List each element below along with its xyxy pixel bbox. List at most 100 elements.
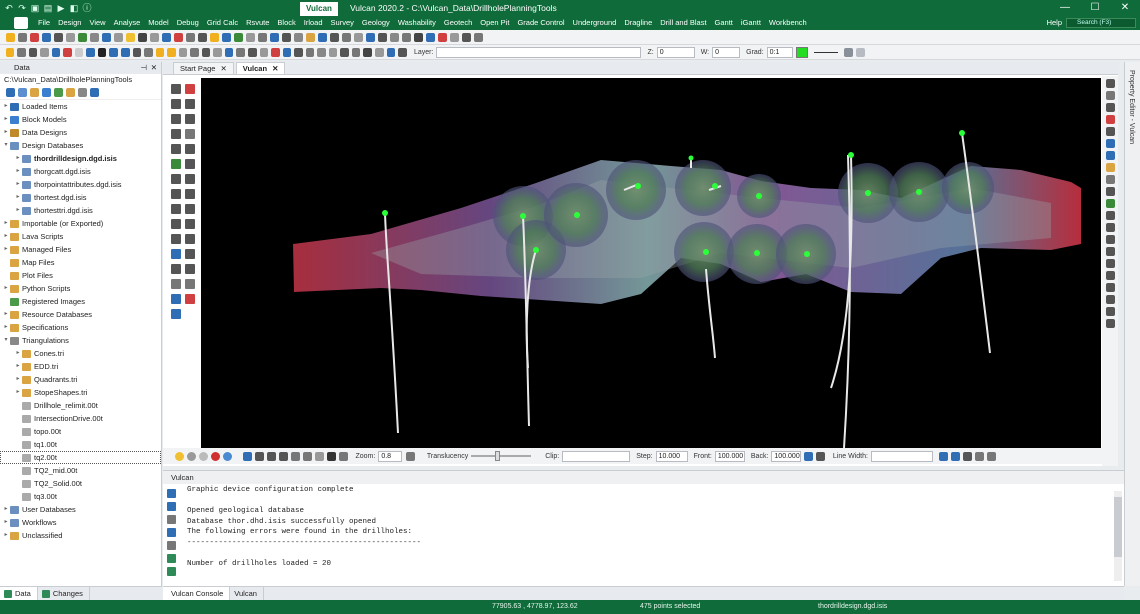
tab-changes[interactable]: Changes — [38, 587, 90, 600]
drawing-tool-icon[interactable] — [171, 293, 181, 304]
tree-item[interactable]: ▾ Design Databases — [0, 139, 161, 152]
expand-arrow-icon[interactable]: ▸ — [2, 516, 10, 529]
tree-item[interactable]: ▸ Quadrants.tri — [0, 373, 161, 386]
toolbar-tool-icon[interactable] — [328, 47, 338, 57]
drawing-tool-icon[interactable] — [185, 83, 195, 94]
expand-arrow-icon[interactable]: ▸ — [2, 243, 10, 256]
tree-item[interactable]: ▸ Managed Files — [0, 243, 161, 256]
view-icon[interactable] — [938, 451, 948, 461]
drawing-tool-icon[interactable] — [185, 218, 195, 229]
menu-item-survey[interactable]: Survey — [327, 16, 358, 30]
tree-item[interactable]: ▸ thorgcatt.dgd.isis — [0, 165, 161, 178]
drawing-tool-icon[interactable] — [185, 113, 195, 124]
redo-icon[interactable]: ↷ — [17, 3, 27, 13]
toolbar-tool-icon[interactable] — [74, 47, 84, 57]
move-icon[interactable] — [279, 451, 288, 461]
drawing-tool-icon[interactable] — [171, 143, 181, 154]
toolbar-tool-icon[interactable] — [149, 32, 159, 42]
info-icon[interactable]: ⓘ — [82, 3, 92, 13]
side-tool-icon[interactable] — [1105, 199, 1115, 208]
toolbar-tool-icon[interactable] — [63, 47, 72, 57]
run-icon[interactable]: ▶ — [56, 3, 66, 13]
toolbar-tool-icon[interactable] — [97, 47, 107, 57]
home-icon[interactable] — [5, 88, 15, 97]
layer-select[interactable] — [436, 46, 642, 58]
toolbar-tool-icon[interactable] — [377, 32, 387, 42]
toolbar-tool-icon[interactable] — [236, 47, 245, 57]
drawing-tool-icon[interactable] — [171, 83, 181, 94]
tree-item[interactable]: Map Files — [0, 256, 161, 269]
console-settings-icon[interactable] — [167, 502, 176, 511]
side-tool-icon[interactable] — [1105, 307, 1115, 316]
drawing-tool-icon[interactable] — [171, 173, 181, 184]
search-input[interactable]: Search (F3) — [1066, 18, 1136, 28]
toolbar-tool-icon[interactable] — [461, 32, 471, 42]
toolbar-tool-icon[interactable] — [173, 32, 183, 42]
tree-item[interactable]: tq3.00t — [0, 490, 161, 503]
menu-item-workbench[interactable]: Workbench — [765, 16, 811, 30]
view-icon-2[interactable] — [950, 451, 960, 461]
maximize-button[interactable]: ☐ — [1080, 0, 1110, 16]
tree-item[interactable]: ▸ EDD.tri — [0, 360, 161, 373]
expand-arrow-icon[interactable]: ▸ — [14, 373, 22, 386]
toolbar-tool-icon[interactable] — [365, 32, 375, 42]
property-editor-label[interactable]: Property Editor - Vulcan — [1128, 70, 1135, 144]
toolbar-tool-icon[interactable] — [224, 47, 234, 57]
side-tool-icon[interactable] — [1105, 283, 1115, 292]
menu-item-geotech[interactable]: Geotech — [440, 16, 476, 30]
tree-item[interactable]: Drillhole_relimit.00t — [0, 399, 161, 412]
menu-item-irload[interactable]: Irload — [300, 16, 327, 30]
tab-start-page[interactable]: Start Page ✕ — [173, 62, 234, 74]
toolbar-tool-icon[interactable] — [40, 47, 49, 57]
side-tool-icon[interactable] — [1105, 163, 1115, 172]
expand-arrow-icon[interactable]: ▸ — [2, 529, 10, 542]
tab-vulcan-output[interactable]: Vulcan — [230, 587, 264, 600]
tree-item[interactable]: IntersectionDrive.00t — [0, 412, 161, 425]
tree-item[interactable]: tq2.00t — [0, 451, 161, 464]
side-tool-icon[interactable] — [1105, 319, 1115, 328]
side-tool-icon[interactable] — [1105, 271, 1115, 280]
drawing-tool-icon[interactable] — [171, 128, 181, 139]
folder-up-icon[interactable] — [17, 88, 27, 97]
settings-icon[interactable] — [89, 88, 99, 97]
translucency-slider[interactable] — [471, 451, 532, 461]
drawing-tool-icon[interactable] — [171, 98, 181, 109]
menu-item-block[interactable]: Block — [273, 16, 299, 30]
drawing-tool-icon[interactable] — [185, 143, 195, 154]
tree-item[interactable]: ▸ Workflows — [0, 516, 161, 529]
toolbar-tool-icon[interactable] — [137, 32, 147, 42]
side-tool-icon[interactable] — [1105, 127, 1115, 136]
expand-arrow-icon[interactable]: ▸ — [2, 321, 10, 334]
refresh-icon[interactable] — [41, 88, 51, 97]
menu-item-gantt[interactable]: Gantt — [711, 16, 737, 30]
tree-item[interactable]: ▸ thortest.dgd.isis — [0, 191, 161, 204]
toolbar-tool-icon[interactable] — [269, 32, 279, 42]
toolbar-tool-icon[interactable] — [341, 32, 351, 42]
tree-item[interactable]: TQ2_mid.00t — [0, 464, 161, 477]
toolbar-tool-icon[interactable] — [132, 47, 142, 57]
toolbar-tool-icon[interactable] — [247, 47, 257, 57]
close-button[interactable]: ✕ — [1110, 0, 1140, 16]
tree-item[interactable]: ▸ thordrilldesign.dgd.isis — [0, 152, 161, 165]
tree-item[interactable]: ▸ Unclassified — [0, 529, 161, 542]
text-icon[interactable] — [327, 451, 336, 461]
blue-shade-icon[interactable] — [222, 451, 232, 461]
toolbar-tool-icon[interactable] — [125, 32, 135, 42]
toolbar-tool-icon[interactable] — [5, 32, 15, 42]
zoom-reset-icon[interactable] — [406, 451, 416, 461]
toolbar-tool-icon[interactable] — [209, 32, 219, 42]
menu-item-design[interactable]: Design — [54, 16, 85, 30]
layer-icon[interactable]: ◧ — [69, 3, 79, 13]
toolbar-tool-icon[interactable] — [233, 32, 243, 42]
side-tool-icon[interactable] — [1105, 223, 1115, 232]
clip-settings-icon[interactable] — [816, 451, 826, 461]
expand-arrow-icon[interactable]: ▸ — [2, 126, 10, 139]
menu-item-open-pit[interactable]: Open Pit — [476, 16, 513, 30]
scene-graphic[interactable] — [201, 78, 1101, 448]
light-shade-icon[interactable] — [198, 451, 208, 461]
drawing-tool-icon[interactable] — [185, 158, 195, 169]
expand-arrow-icon[interactable]: ▸ — [14, 191, 22, 204]
drawing-tool-icon[interactable] — [171, 218, 181, 229]
rotate-icon[interactable] — [267, 451, 276, 461]
grid-icon[interactable] — [339, 451, 348, 461]
